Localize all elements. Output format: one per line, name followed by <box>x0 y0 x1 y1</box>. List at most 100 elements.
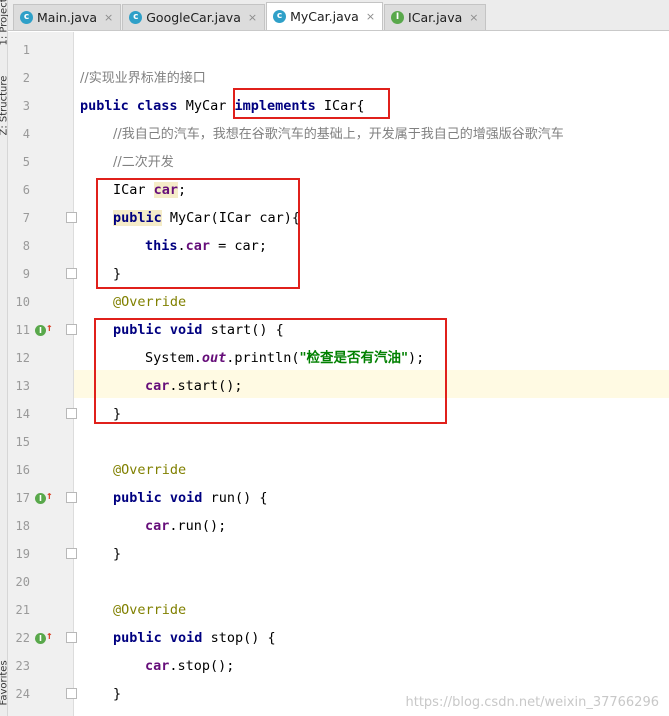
code-text: @Override <box>113 288 186 316</box>
annotation: @Override <box>113 294 187 310</box>
close-icon[interactable]: × <box>366 10 375 23</box>
implements-highlight-box <box>233 88 390 119</box>
code-text: //我自己的汽车，我想在谷歌汽车的基础上，开发属于我自己的增强版谷歌汽车 <box>113 120 564 149</box>
close-icon[interactable]: × <box>104 11 113 24</box>
method-call: .stop(); <box>169 658 235 674</box>
line-number: 8 <box>22 239 30 253</box>
tab-main-java[interactable]: c Main.java × <box>13 4 122 30</box>
line-number: 12 <box>15 351 30 365</box>
code-text: car.stop(); <box>145 652 234 680</box>
implements-method-icon[interactable]: I ↑ <box>35 489 53 505</box>
line-number: 24 <box>15 687 30 701</box>
tab-label: MyCar.java <box>290 9 359 24</box>
line-number: 15 <box>15 435 30 449</box>
tab-label: ICar.java <box>408 10 463 25</box>
code-text: } <box>113 540 121 568</box>
method-signature: stop() { <box>210 630 276 646</box>
class-icon: c <box>129 11 143 24</box>
class-name: MyCar <box>185 98 227 114</box>
code-line: 21 @Override <box>0 596 669 624</box>
line-number: 9 <box>22 267 30 281</box>
implements-method-icon[interactable]: I ↑ <box>35 629 53 645</box>
method-call: .run(); <box>169 518 227 534</box>
code-text: @Override <box>113 456 186 484</box>
line-number: 16 <box>15 463 30 477</box>
closing-brace: } <box>113 546 122 562</box>
field-name: car <box>145 658 170 674</box>
constructor-highlight-box <box>96 178 300 289</box>
fold-marker[interactable] <box>66 268 77 279</box>
code-line: 5 //二次开发 <box>0 148 669 176</box>
tab-label: Main.java <box>37 10 98 25</box>
field-name: car <box>145 518 170 534</box>
fold-marker[interactable] <box>66 212 77 223</box>
code-text: } <box>113 680 121 708</box>
keyword: void <box>169 490 203 506</box>
fold-marker[interactable] <box>66 408 77 419</box>
code-line: 15 <box>0 428 669 456</box>
watermark: https://blog.csdn.net/weixin_37766296 <box>405 695 659 710</box>
keyword: class <box>136 98 178 114</box>
class-icon: c <box>273 10 287 23</box>
line-number: 13 <box>15 379 30 393</box>
tab-label: GoogleCar.java <box>146 10 241 25</box>
code-line: 16 @Override <box>0 456 669 484</box>
class-icon: c <box>20 11 33 24</box>
code-line: 10 @Override <box>0 288 669 316</box>
fold-marker[interactable] <box>66 632 77 643</box>
annotation: @Override <box>113 462 187 478</box>
fold-marker[interactable] <box>66 492 77 503</box>
tab-googlecar-java[interactable]: c GoogleCar.java × <box>122 4 266 30</box>
line-number: 10 <box>15 295 30 309</box>
line-number: 21 <box>15 603 30 617</box>
code-line: 23 car.stop(); <box>0 652 669 680</box>
interface-icon: I <box>391 11 405 24</box>
line-number: 4 <box>22 127 30 141</box>
code-line: 4 //我自己的汽车，我想在谷歌汽车的基础上，开发属于我自己的增强版谷歌汽车 <box>0 120 669 148</box>
comment: //实现业界标准的接口 <box>80 71 206 86</box>
implements-method-icon[interactable]: I ↑ <box>35 321 53 337</box>
keyword: public <box>113 630 162 646</box>
keyword: void <box>169 630 203 646</box>
keyword: public <box>113 490 162 506</box>
line-number: 17 <box>15 491 30 505</box>
closing-brace: } <box>113 686 122 702</box>
code-text: //二次开发 <box>113 148 174 177</box>
annotation: @Override <box>113 602 187 618</box>
comment: //我自己的汽车，我想在谷歌汽车的基础上，开发属于我自己的增强版谷歌汽车 <box>113 127 564 142</box>
code-text: public void run() { <box>113 484 267 512</box>
line-number: 5 <box>22 155 30 169</box>
code-text: @Override <box>113 596 186 624</box>
fold-marker[interactable] <box>66 324 77 335</box>
fold-marker[interactable] <box>66 548 77 559</box>
fold-marker[interactable] <box>66 688 77 699</box>
line-number: 6 <box>22 183 30 197</box>
code-text: car.run(); <box>145 512 226 540</box>
line-number: 3 <box>22 99 30 113</box>
close-icon[interactable]: × <box>469 11 478 24</box>
code-line: 22 I ↑ public void stop() { <box>0 624 669 652</box>
keyword: public <box>80 98 129 114</box>
line-number: 20 <box>15 575 30 589</box>
line-number: 23 <box>15 659 30 673</box>
start-method-highlight-box <box>94 318 447 424</box>
line-number: 19 <box>15 547 30 561</box>
line-number: 14 <box>15 407 30 421</box>
method-signature: run() { <box>210 490 268 506</box>
code-line: 17 I ↑ public void run() { <box>0 484 669 512</box>
line-number: 11 <box>15 323 30 337</box>
comment: //二次开发 <box>113 155 174 170</box>
editor-tab-bar: c Main.java × c GoogleCar.java × c MyCar… <box>8 0 669 31</box>
code-line: 20 <box>0 568 669 596</box>
line-number: 2 <box>22 71 30 85</box>
line-number: 1 <box>22 43 30 57</box>
code-line: 18 car.run(); <box>0 512 669 540</box>
close-icon[interactable]: × <box>248 11 257 24</box>
code-line: 19 } <box>0 540 669 568</box>
code-line: 1 <box>0 36 669 64</box>
tab-mycar-java[interactable]: c MyCar.java × <box>266 2 384 30</box>
tab-icar-java[interactable]: I ICar.java × <box>384 4 487 30</box>
line-number: 7 <box>22 211 30 225</box>
line-number: 22 <box>15 631 30 645</box>
code-text: public void stop() { <box>113 624 276 652</box>
